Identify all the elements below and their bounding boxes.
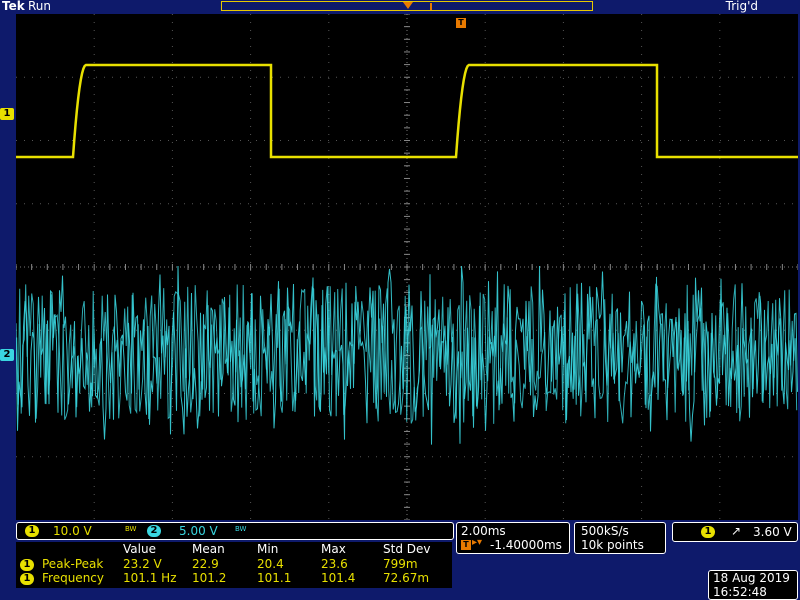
run-state-label: Run: [28, 0, 52, 13]
trigger-position-badge: T: [461, 540, 471, 550]
meas-row-1-channel-badge: 1: [20, 559, 34, 571]
meas-row-1-min: 20.4: [257, 557, 284, 571]
meas-row-2-name: Frequency: [42, 571, 104, 585]
brand-label: Tek: [2, 0, 25, 13]
channel-1-marker[interactable]: 1: [0, 108, 14, 120]
timebase-position: -1.40000ms: [490, 538, 562, 552]
meas-row-2-min: 101.1: [257, 571, 292, 585]
trigger-box[interactable]: 1 ↗ 3.60 V: [672, 522, 798, 542]
trigger-level: 3.60 V: [753, 525, 792, 539]
trigger-slope-icon: ↗: [731, 524, 742, 538]
record-length: 10k points: [581, 538, 644, 552]
trigger-point-marker: T: [456, 18, 466, 28]
col-header-min: Min: [257, 542, 279, 556]
meas-row-1-name: Peak-Peak: [42, 557, 104, 571]
trigger-status-label: Trig'd: [725, 0, 758, 13]
meas-row-2-mean: 101.2: [192, 571, 227, 585]
time-label: 16:52:48: [713, 585, 767, 599]
channel-1-badge: 1: [25, 525, 39, 537]
channel-1-bw-icon: BW: [125, 525, 137, 533]
col-header-max: Max: [321, 542, 346, 556]
waveform-display[interactable]: T: [16, 14, 798, 520]
trigger-position-icon: [403, 2, 413, 9]
acquisition-box[interactable]: 500kS/s 10k points: [574, 522, 666, 554]
delay-arrow-icon: ▸▾: [472, 537, 483, 548]
channel-scale-bar[interactable]: 1 10.0 V BW 2 5.00 V BW: [16, 522, 454, 540]
meas-row-1-stddev: 799m: [383, 557, 418, 571]
col-header-mean: Mean: [192, 542, 225, 556]
measurements-table[interactable]: Value Mean Min Max Std Dev 1 Peak-Peak 2…: [16, 542, 452, 588]
meas-row-2-max: 101.4: [321, 571, 356, 585]
sample-rate: 500kS/s: [581, 524, 629, 538]
channel-2-scale: 5.00 V: [179, 524, 218, 538]
meas-row-1-value: 23.2 V: [123, 557, 162, 571]
channel-2-marker[interactable]: 2: [0, 349, 14, 361]
col-header-value: Value: [123, 542, 156, 556]
timebase-scale: 2.00ms: [461, 524, 506, 538]
top-status-bar: Tek Run Trig'd: [0, 0, 800, 14]
meas-row-1-max: 23.6: [321, 557, 348, 571]
meas-row-2-value: 101.1 Hz: [123, 571, 177, 585]
channel-2-bw-icon: BW: [235, 525, 247, 533]
meas-row-1-mean: 22.9: [192, 557, 219, 571]
meas-row-2-stddev: 72.67m: [383, 571, 430, 585]
waveform-traces: [16, 63, 798, 445]
channel-2-badge: 2: [147, 525, 161, 537]
datetime-box: 18 Aug 2019 16:52:48: [708, 570, 798, 600]
date-label: 18 Aug 2019: [713, 571, 790, 585]
trigger-source-badge: 1: [701, 526, 715, 538]
timebase-box[interactable]: 2.00ms T ▸▾ -1.40000ms: [456, 522, 570, 554]
channel-1-scale: 10.0 V: [53, 524, 92, 538]
meas-row-2-channel-badge: 1: [20, 573, 34, 585]
col-header-stddev: Std Dev: [383, 542, 431, 556]
